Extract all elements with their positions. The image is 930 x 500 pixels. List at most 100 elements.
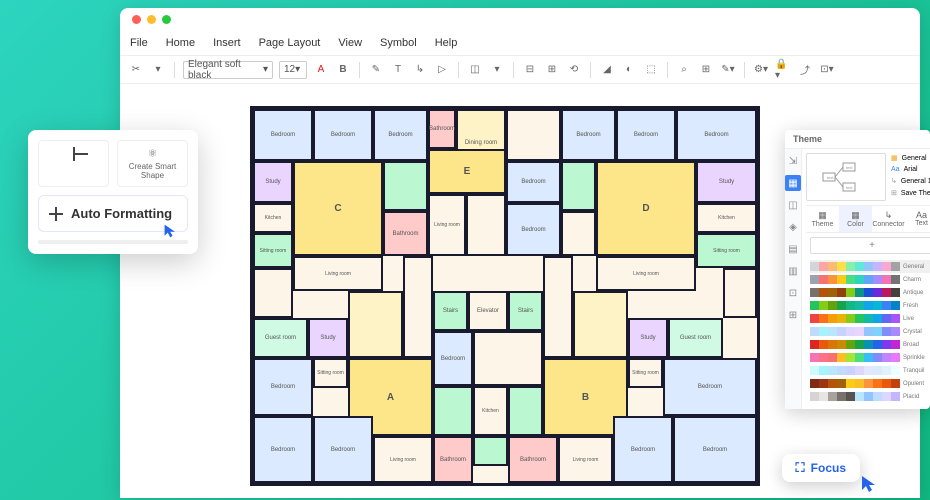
room[interactable] [403,256,433,358]
room[interactable]: Bedroom [253,109,313,161]
room[interactable] [473,331,543,386]
room[interactable]: Bedroom [373,109,428,161]
chevron-down-icon[interactable]: ▾ [150,62,166,78]
auto-formatting-button[interactable]: Auto Formatting [38,195,188,232]
crop-icon[interactable]: ⬚ [643,62,659,78]
palette-row[interactable]: General [810,260,930,273]
room[interactable]: Bedroom [561,109,616,161]
bold-icon[interactable]: B [335,62,351,78]
room[interactable]: Living room [596,256,696,291]
lock-icon[interactable]: 🔒▾ [775,62,791,78]
room[interactable]: Bedroom [506,161,561,203]
palette-row[interactable]: Broad [810,338,930,351]
tab-theme[interactable]: ▦Theme [806,206,839,232]
room[interactable]: Bedroom [506,203,561,256]
maximize-icon[interactable] [162,15,171,24]
focus-button[interactable]: ⛶ Focus [782,454,860,482]
edit-icon[interactable]: ✎▾ [720,62,736,78]
doc-icon[interactable]: ▥ [785,263,801,279]
palette-row[interactable]: Live [810,312,930,325]
grid-icon[interactable]: ⊞ [698,62,714,78]
room[interactable]: Bedroom [673,416,757,483]
room[interactable] [466,194,506,256]
menu-pagelayout[interactable]: Page Layout [259,37,321,49]
expand-icon[interactable]: ⇲ [785,153,801,169]
palette-row[interactable]: Placid [810,390,930,403]
room[interactable]: Kitchen [473,386,508,436]
room[interactable] [348,291,403,358]
palette-row[interactable]: Fresh [810,299,930,312]
menu-symbol[interactable]: Symbol [380,37,417,49]
room[interactable]: Guest room [668,318,723,358]
align-icon[interactable]: ⊟ [522,62,538,78]
room[interactable]: Stairs [508,291,543,331]
floorplan[interactable]: Bedroom Bedroom Bedroom Bathroom Dining … [250,106,760,486]
room[interactable] [723,268,757,318]
room[interactable] [473,436,508,466]
room[interactable] [383,161,428,211]
tab-connector[interactable]: ↳Connector [872,206,905,232]
theme-preview[interactable]: texttexttext [806,153,886,201]
room[interactable]: Sitting room [253,233,293,268]
export-icon[interactable]: ⤴ [797,62,813,78]
text-icon[interactable]: T [390,62,406,78]
minimize-icon[interactable] [147,15,156,24]
sparkle-button[interactable] [38,140,109,187]
room[interactable] [433,386,473,436]
connector-icon[interactable]: ↳ [412,62,428,78]
room[interactable]: Bedroom [616,109,676,161]
palette-row[interactable]: Tranquil [810,364,930,377]
room[interactable]: Bedroom [433,331,473,386]
add-button[interactable]: + [810,237,930,254]
room[interactable]: Study [308,318,348,358]
room[interactable]: Living room [293,256,383,291]
palette-row[interactable]: Antique [810,286,930,299]
tab-text[interactable]: AaText [905,206,930,232]
room[interactable]: Sitting room [628,358,663,388]
room[interactable] [561,161,596,211]
room[interactable]: Kitchen [253,203,293,233]
room[interactable]: Bathroom [383,211,428,256]
room[interactable]: Bedroom [663,358,757,416]
room[interactable]: Sitting room [696,233,757,268]
room[interactable]: Elevator [468,291,508,331]
room[interactable]: Study [253,161,293,203]
room[interactable]: Living room [428,194,466,256]
room[interactable]: Bathroom [508,436,558,483]
menu-view[interactable]: View [338,37,362,49]
room[interactable]: Sitting room [313,358,348,388]
grid-icon[interactable]: ▦ [785,175,801,191]
menu-file[interactable]: File [130,37,148,49]
room[interactable]: Study [696,161,757,203]
unit-c[interactable]: C [293,161,383,256]
room[interactable]: Study [628,318,668,358]
chevron-down-icon[interactable]: ▾ [489,62,505,78]
pen-icon[interactable]: ✎ [368,62,384,78]
room[interactable]: Guest room [253,318,308,358]
pointer-icon[interactable]: ▷ [434,62,450,78]
cube-icon[interactable]: ◈ [785,219,801,235]
search-icon[interactable]: ⌕ [676,62,692,78]
menu-help[interactable]: Help [435,37,458,49]
room[interactable]: Bedroom [613,416,673,483]
more-icon[interactable]: ⊞ [785,307,801,323]
more-icon[interactable]: ⊡▾ [819,62,835,78]
room[interactable]: Bedroom [676,109,757,161]
tab-color[interactable]: ▦Color [839,206,872,232]
room[interactable] [508,386,543,436]
room[interactable] [543,256,573,358]
close-icon[interactable] [132,15,141,24]
room[interactable]: Bedroom [313,416,373,483]
room[interactable] [506,109,561,161]
shadow-icon[interactable]: ◐ [621,62,637,78]
menu-home[interactable]: Home [166,37,195,49]
unit-d[interactable]: D [596,161,696,256]
layers-icon[interactable]: ◫ [467,62,483,78]
theme-opt[interactable]: AaArial [890,165,930,174]
room[interactable]: Bedroom [253,358,313,416]
room[interactable]: Kitchen [696,203,757,233]
theme-opt[interactable]: ↳General 1 [890,176,930,186]
room[interactable]: Bathroom [428,109,456,149]
palette-row[interactable]: Sprinkle [810,351,930,364]
create-smart-shape-button[interactable]: ⚛Create Smart Shape [117,140,188,187]
